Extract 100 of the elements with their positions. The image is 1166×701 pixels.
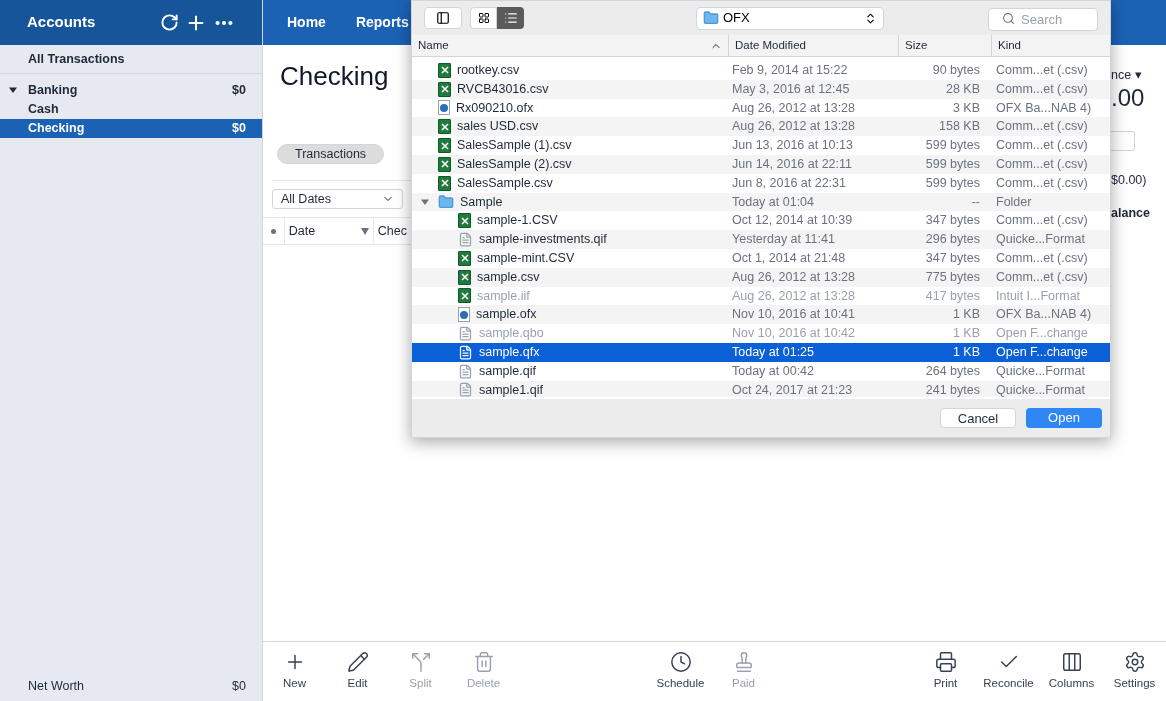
- document-icon: [458, 382, 473, 397]
- file-date: Jun 14, 2016 at 22:11: [732, 156, 853, 173]
- file-name: Rx090210.ofx: [456, 99, 534, 117]
- file-size: 775 bytes: [924, 268, 980, 286]
- file-size: 417 bytes: [924, 287, 980, 305]
- file-size: 1 KB: [951, 343, 980, 361]
- file-date: Aug 26, 2012 at 13:28: [732, 118, 857, 136]
- file-kind: Open F...change: [996, 325, 1088, 343]
- pencil-icon: [346, 650, 369, 673]
- list-view-button[interactable]: [497, 7, 524, 29]
- column-header[interactable]: Date Modified: [728, 35, 898, 56]
- file-name: sample.iif: [477, 287, 530, 305]
- refresh-icon[interactable]: [160, 13, 179, 32]
- file-date: Today at 01:25: [732, 343, 815, 361]
- toolbar-button[interactable]: Columns: [1040, 650, 1103, 693]
- toolbar-button[interactable]: New: [263, 650, 326, 693]
- balance-value: .00: [1111, 84, 1146, 111]
- clock-icon: [669, 650, 692, 673]
- printer-icon: [934, 650, 957, 673]
- disclosure-triangle-icon[interactable]: [9, 86, 17, 94]
- list-icon: [503, 11, 518, 25]
- sidebar-toggle-button[interactable]: [424, 7, 462, 29]
- net-worth-label: Net Worth: [28, 677, 85, 695]
- sidebar-title: Accounts: [27, 12, 96, 33]
- file-date: Oct 24, 2017 at 21:23: [732, 381, 854, 397]
- folder-icon: [438, 193, 454, 210]
- toolbar-button[interactable]: Edit: [326, 650, 389, 693]
- file-size: 1 KB: [951, 325, 980, 343]
- column-header[interactable]: Name: [412, 35, 728, 56]
- file-name: sample.qif: [479, 362, 536, 380]
- file-kind: Comm...et (.csv): [996, 174, 1088, 192]
- file-date: Nov 10, 2016 at 10:42: [732, 325, 856, 343]
- date-filter-dropdown[interactable]: All Dates: [272, 189, 403, 209]
- file-kind: OFX Ba...NAB 4): [996, 306, 1092, 324]
- document-icon: [458, 363, 473, 379]
- balance-label: nce ▾: [1111, 67, 1143, 84]
- file-size: 3 KB: [951, 99, 980, 117]
- file-row[interactable]: sales USD.csv Aug 26, 2012 at 13:28 158 KB Comm...et (.csv): [412, 117, 1110, 137]
- balance-amount: $0.00): [1111, 171, 1148, 189]
- file-row[interactable]: sample.ofx Nov 10, 2016 at 10:41 1 KB OFX Ba...NAB 4): [412, 305, 1110, 325]
- file-kind: Comm...et (.csv): [996, 80, 1088, 98]
- spreadsheet-file-icon: [438, 175, 451, 191]
- file-size: 347 bytes: [924, 212, 980, 230]
- file-date: Oct 1, 2014 at 21:48: [732, 250, 847, 267]
- columns-icon: [1060, 650, 1083, 673]
- file-kind: Comm...et (.csv): [996, 156, 1088, 173]
- globe-file-icon: [438, 100, 450, 116]
- column-header[interactable]: Date: [283, 218, 373, 244]
- spreadsheet-file-icon: [438, 62, 451, 78]
- folder-dropdown[interactable]: OFX: [696, 6, 884, 30]
- file-size: 90 bytes: [931, 62, 980, 79]
- file-date: Today at 01:04: [732, 193, 815, 211]
- document-icon: [458, 344, 473, 360]
- transactions-button[interactable]: Transactions: [277, 144, 385, 164]
- file-name: sample-investments.qif: [479, 231, 607, 249]
- spreadsheet-file-icon: [458, 269, 471, 285]
- file-kind: Comm...et (.csv): [996, 212, 1088, 230]
- nav-tab[interactable]: Home: [287, 12, 326, 33]
- spreadsheet-file-icon: [458, 288, 471, 304]
- sidebar-item[interactable]: Cash: [0, 100, 262, 119]
- file-date: Aug 26, 2012 at 13:28: [732, 268, 857, 286]
- file-kind: Folder: [996, 193, 1032, 211]
- file-date: Feb 9, 2014 at 15:22: [732, 62, 849, 79]
- icon-view-button[interactable]: [470, 7, 497, 29]
- column-header[interactable]: alance: [1111, 203, 1166, 223]
- file-kind: Open F...change: [996, 343, 1088, 361]
- file-name: sample-mint.CSV: [477, 250, 575, 267]
- trash-icon: [472, 650, 495, 673]
- file-size: --: [970, 193, 980, 211]
- grid-icon: [477, 12, 490, 24]
- sidebar-icon: [436, 11, 450, 25]
- file-size: 158 KB: [938, 118, 980, 136]
- sidebar-item[interactable]: All Transactions: [0, 45, 262, 74]
- toolbar-button[interactable]: Settings: [1103, 650, 1166, 693]
- file-row[interactable]: sample-investments.qif Yesterday at 11:41 296 bytes Quicke...Format: [412, 230, 1110, 249]
- account-group[interactable]: Banking $0: [0, 80, 262, 100]
- file-name: sample-1.CSV: [477, 212, 558, 230]
- toolbar-button[interactable]: Schedule: [649, 650, 712, 693]
- column-header[interactable]: Size: [898, 35, 991, 56]
- toolbar-button[interactable]: Print: [914, 650, 977, 693]
- search-field[interactable]: Search: [988, 7, 1098, 31]
- column-header[interactable]: Kind: [991, 35, 1110, 56]
- spreadsheet-file-icon: [458, 213, 471, 229]
- file-date: Oct 12, 2014 at 10:39: [732, 212, 854, 230]
- sort-down-icon: [360, 227, 369, 235]
- file-size: 264 bytes: [924, 362, 980, 380]
- file-size: 241 bytes: [924, 381, 980, 397]
- file-size: 599 bytes: [924, 174, 980, 192]
- toolbar-button[interactable]: Reconcile: [977, 650, 1040, 693]
- file-name: SalesSample (2).csv: [457, 156, 572, 173]
- sidebar-item[interactable]: Checking $0: [0, 119, 262, 138]
- file-size: 1 KB: [951, 306, 980, 324]
- file-name: SalesSample (1).csv: [457, 137, 572, 155]
- open-button[interactable]: Open: [1026, 408, 1102, 428]
- net-worth-amount: $0: [232, 677, 246, 695]
- file-size: 296 bytes: [924, 231, 980, 249]
- cancel-button[interactable]: Cancel: [940, 408, 1016, 428]
- nav-tab[interactable]: Reports: [355, 12, 409, 33]
- file-kind: Comm...et (.csv): [996, 118, 1088, 136]
- document-icon: [458, 232, 473, 248]
